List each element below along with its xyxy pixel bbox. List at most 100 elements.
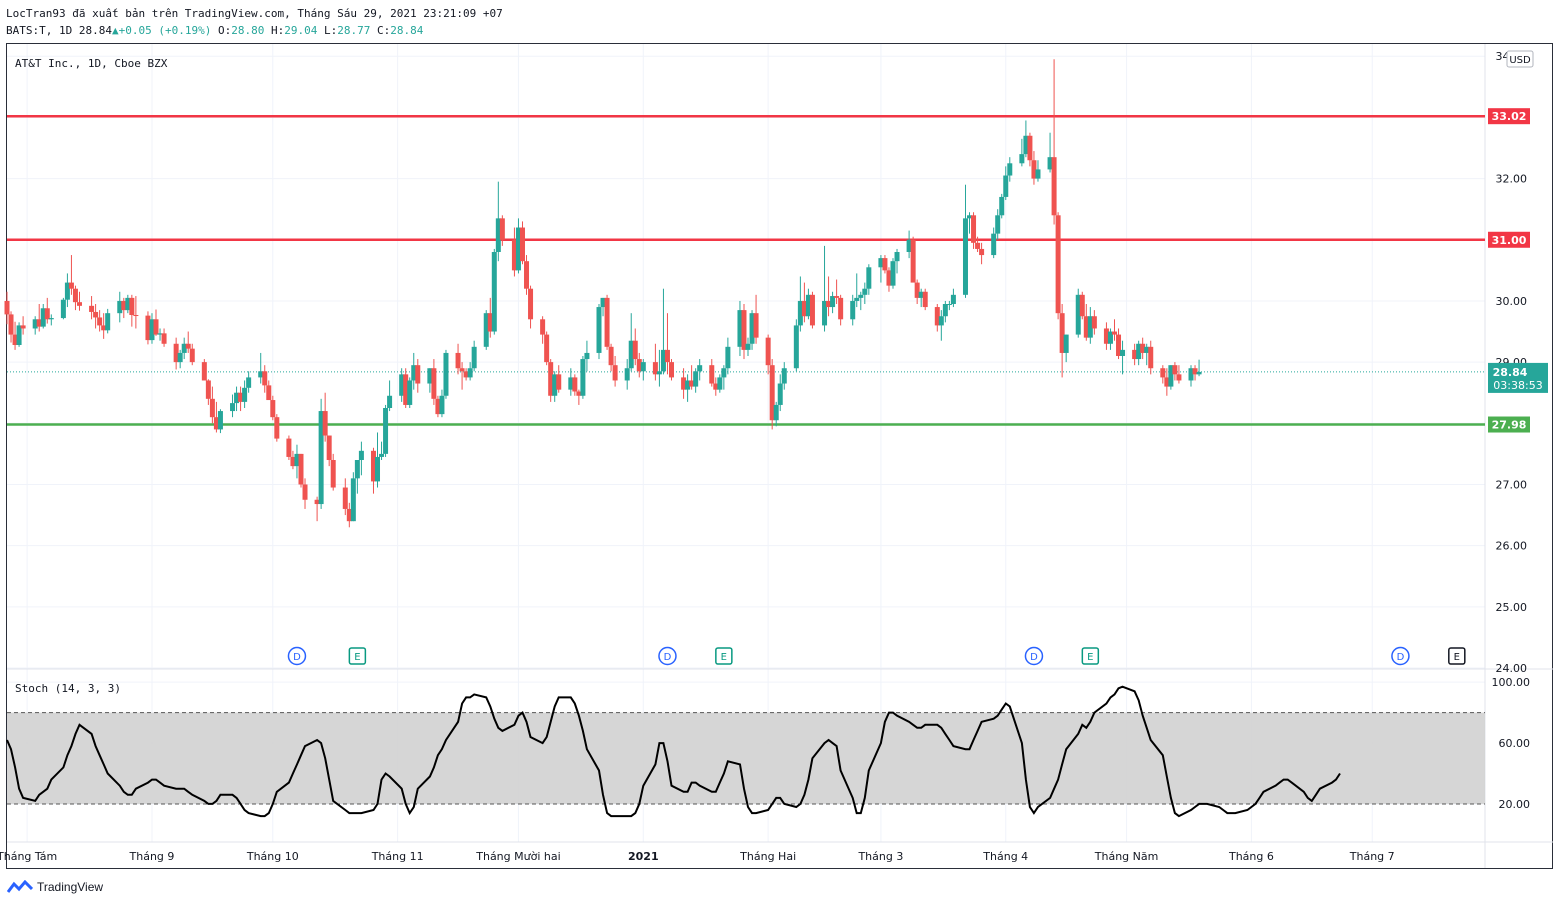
candle-body: [971, 215, 977, 243]
horizontal-levels: [7, 114, 1485, 426]
candle-body: [133, 315, 139, 317]
candle-body: [717, 377, 723, 390]
time-tick-label: Tháng 4: [982, 850, 1028, 863]
candle-body: [1003, 175, 1009, 197]
candle-body: [298, 453, 304, 485]
candle-body: [962, 218, 968, 295]
candle-body: [375, 456, 381, 482]
candle-body: [995, 215, 1001, 234]
candle-body: [387, 395, 393, 408]
candle-body: [745, 343, 751, 350]
dividend-marker-label: D: [1397, 652, 1405, 663]
candle-body: [596, 307, 602, 353]
candle-body: [455, 352, 461, 369]
candle-body: [48, 318, 54, 320]
price-tick-label: 32.00: [1496, 173, 1528, 186]
candle-body: [999, 196, 1005, 216]
candle-body: [1035, 169, 1041, 179]
candle-body: [242, 387, 248, 402]
chart-canvas[interactable]: DEDEDEDE 24.0025.0026.0027.0028.0029.003…: [0, 0, 1560, 907]
candle-body: [709, 365, 715, 384]
candle-body: [217, 411, 223, 430]
price-tick-label: 24.00: [1496, 662, 1528, 675]
candle-body: [76, 302, 82, 306]
candle-body: [882, 258, 888, 271]
candle-body: [528, 288, 534, 320]
candle-body: [540, 319, 546, 335]
tradingview-logo[interactable]: TradingView: [7, 880, 103, 894]
candle-body: [950, 294, 956, 304]
dividend-marker-label: D: [293, 652, 301, 663]
candle-body: [838, 297, 844, 320]
stoch-tick-label: 20.00: [1499, 798, 1531, 811]
candle-body: [1051, 157, 1057, 216]
candle-body: [668, 362, 674, 378]
earnings-marker-label: E: [354, 652, 360, 663]
candle-body: [572, 377, 578, 392]
time-tick-label: 2021: [628, 850, 659, 863]
candle-body: [1091, 316, 1097, 329]
candle-body: [862, 288, 868, 295]
candle-body: [697, 365, 703, 372]
candle-body: [4, 300, 10, 315]
candle-body: [350, 478, 356, 522]
candle-body: [1172, 365, 1178, 375]
candle-body: [781, 368, 787, 384]
candle-body: [922, 291, 928, 308]
candle-body: [640, 362, 646, 372]
candle-body: [153, 319, 159, 335]
candle-body: [383, 408, 389, 454]
dividend-marker-label: D: [664, 652, 672, 663]
main-legend: AT&T Inc., 1D, Cboe BZX: [15, 57, 168, 70]
price-tick-label: 27.00: [1496, 478, 1528, 491]
candle-body: [519, 227, 525, 262]
candle-body: [354, 460, 360, 479]
candle-body: [491, 252, 497, 332]
candle-body: [205, 380, 211, 399]
candle-body: [326, 435, 332, 460]
candle-body: [894, 252, 900, 262]
time-axis: Tháng Tám Tháng 9 Tháng 10 Tháng 11 Tháng Mư…: [0, 850, 1395, 863]
candle-body: [93, 311, 99, 318]
candle-body: [809, 294, 815, 326]
candle-body: [209, 398, 215, 418]
candle-body: [942, 304, 948, 317]
candle-body: [1148, 346, 1154, 369]
earnings-marker-label: E: [1454, 652, 1460, 663]
last-price-badge-countdown: 03:38:53: [1493, 379, 1542, 392]
candle-body: [415, 365, 421, 384]
candle-body: [201, 362, 207, 381]
candle-body: [407, 380, 413, 405]
candle-body: [946, 304, 952, 305]
time-tick-label: Tháng Mười hai: [475, 850, 560, 863]
candle-body: [890, 261, 896, 286]
candle-body: [60, 299, 66, 319]
stoch-legend: Stoch (14, 3, 3): [15, 682, 121, 695]
candle-body: [499, 218, 505, 240]
candle-body: [322, 411, 328, 436]
candle-body: [938, 316, 944, 326]
candle-body: [656, 371, 662, 375]
candle-body: [975, 242, 981, 249]
candle-body: [44, 308, 50, 320]
candle-body: [342, 487, 348, 509]
candle-body: [443, 352, 449, 396]
candle-body: [777, 383, 783, 405]
candle-body: [302, 484, 308, 500]
candle-body: [467, 368, 473, 378]
last-price-badge-price: 28.84: [1493, 366, 1528, 379]
time-tick-label: Tháng 7: [1349, 850, 1395, 863]
candle-body: [1007, 163, 1013, 176]
candle-body: [604, 297, 610, 347]
stoch-tick-label: 100.00: [1492, 676, 1531, 689]
candle-body: [105, 313, 111, 331]
candle-body: [1055, 215, 1061, 314]
tradingview-logo-icon: [7, 880, 33, 893]
stoch-tick-label: 60.00: [1499, 737, 1531, 750]
candle-body: [910, 239, 916, 283]
candle-body: [266, 385, 272, 401]
candle-body: [230, 403, 236, 412]
time-tick-label: Tháng 3: [857, 850, 903, 863]
price-tick-label: 26.00: [1496, 540, 1528, 553]
candle-body: [858, 294, 864, 298]
